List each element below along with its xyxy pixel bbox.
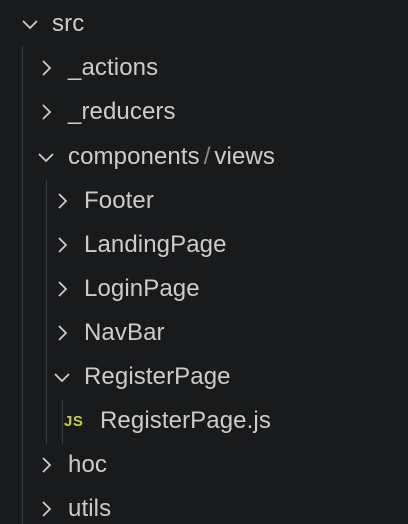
path-separator: / [203,143,211,170]
file-explorer-tree: src _actions _reducers components / view… [0,0,408,524]
chevron-right-icon [36,58,56,78]
tree-item-navbar[interactable]: NavBar [0,311,408,355]
tree-item-registerpage[interactable]: RegisterPage [0,355,408,399]
tree-item-reducers[interactable]: _reducers [0,90,408,134]
javascript-file-icon: JS [64,412,84,430]
tree-item-landingpage[interactable]: LandingPage [0,223,408,267]
tree-item-label: _reducers [68,98,176,125]
chevron-down-icon [20,14,40,34]
tree-item-utils[interactable]: utils [0,487,408,524]
tree-item-label: LandingPage [84,231,227,258]
chevron-right-icon [52,235,72,255]
tree-item-label: LoginPage [84,275,200,302]
chevron-right-icon [52,279,72,299]
tree-item-footer[interactable]: Footer [0,179,408,223]
tree-item-label: RegisterPage [84,363,231,390]
tree-item-actions[interactable]: _actions [0,46,408,90]
tree-item-src[interactable]: src [0,2,408,46]
tree-item-label: _actions [68,54,159,81]
chevron-right-icon [36,455,56,475]
tree-item-label: RegisterPage.js [100,407,271,434]
tree-item-components-views[interactable]: components / views [0,135,408,179]
chevron-right-icon [36,102,56,122]
chevron-right-icon [52,323,72,343]
tree-item-label-views: views [214,143,275,170]
tree-item-label: hoc [68,451,107,478]
chevron-right-icon [36,499,56,519]
tree-item-label-components: components [68,143,200,170]
tree-item-registerpage-js[interactable]: JS RegisterPage.js [0,399,408,443]
tree-item-label: Footer [84,187,154,214]
chevron-down-icon [36,147,56,167]
tree-item-label: utils [68,495,112,522]
tree-item-hoc[interactable]: hoc [0,443,408,487]
chevron-down-icon [52,367,72,387]
chevron-right-icon [52,191,72,211]
tree-item-label: NavBar [84,319,165,346]
tree-item-label: src [52,10,85,37]
tree-item-loginpage[interactable]: LoginPage [0,267,408,311]
